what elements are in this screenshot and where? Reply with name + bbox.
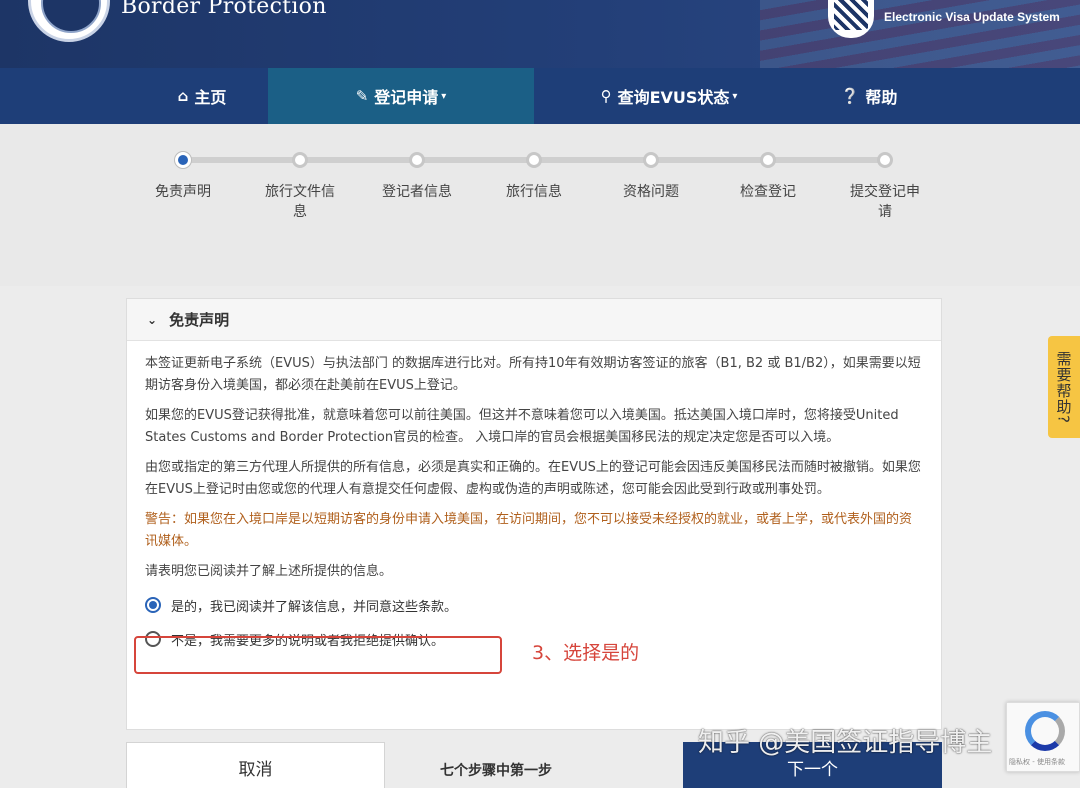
nav-help[interactable]: ❔ 帮助 [804,68,934,124]
step-dot-2 [292,152,308,168]
home-icon: ⌂ [177,87,189,105]
chevron-down-icon: ⌄ [147,312,158,327]
panel-title: 免责声明 [169,311,230,329]
panel-header[interactable]: ⌄ 免责声明 [127,299,941,341]
annotation-highlight-box [134,636,502,674]
step-label-1: 免责声明 [155,184,211,200]
nav-home[interactable]: ⌂ 主页 [136,68,268,124]
step-dot-7 [877,152,893,168]
step-dot-3 [409,152,425,168]
step-dot-1 [175,152,191,168]
acknowledge-prompt: 请表明您已阅读并了解上述所提供的信息。 [145,564,393,579]
step-label-4: 旅行信息 [506,184,562,200]
disclaimer-paragraph-1: 本签证更新电子系统（EVUS）与执法部门 的数据库进行比对。所有持10年有效期访… [145,356,921,393]
recaptcha-text: 隐私权 - 使用条款 [1009,758,1065,766]
watermark-text: 知乎 @美国签证指导博主 [698,728,993,758]
caret-down-icon: ▾ [441,90,447,102]
step-label-6: 检查登记 [740,184,796,200]
site-header: Border Protection Electronic Visa Update… [0,0,1080,68]
dhs-seal-icon [28,0,110,42]
question-icon: ❔ [840,87,860,105]
step-label-5: 资格问题 [623,184,679,200]
option-yes[interactable]: 是的，我已阅读并了解该信息，并同意这些条款。 [145,591,923,619]
recaptcha-badge[interactable]: 隐私权 - 使用条款 [1006,702,1080,772]
caret-down-icon: ▾ [732,90,738,102]
disclaimer-paragraph-2: 如果您的EVUS登记获得批准，就意味着您可以前往美国。但这并不意味着您可以入境美… [145,408,899,445]
step-dot-6 [760,152,776,168]
nav-register[interactable]: ✎ 登记申请 ▾ [268,68,534,124]
help-tab[interactable]: 需要帮助? [1048,336,1080,438]
option-yes-label: 是的，我已阅读并了解该信息，并同意这些条款。 [171,599,458,615]
step-dot-4 [526,152,542,168]
step-label-2: 旅行文件信息 [265,184,335,220]
radio-yes[interactable] [145,597,161,613]
annotation-text: 3、选择是的 [532,642,640,664]
search-icon: ⚲ [600,87,612,105]
cancel-button[interactable]: 取消 [126,742,385,788]
warning-paragraph: 警告：如果您在入境口岸是以短期访客的身份申请入境美国，在访问期间，您不可以接受未… [145,512,913,549]
nav-register-label: 登记申请 [374,88,439,107]
disclaimer-paragraph-3: 由您或指定的第三方代理人所提供的所有信息，必须是真实和正确的。在EVUS上的登记… [145,460,921,497]
step-label-7: 提交登记申请 [850,184,920,220]
progress-stepper: 免责声明 旅行文件信息 登记者信息 旅行信息 资格问题 检查登记 提交登记申请 [0,124,1080,286]
step-label-3: 登记者信息 [382,184,452,200]
pencil-icon: ✎ [355,87,369,105]
panel-body: 本签证更新电子系统（EVUS）与执法部门 的数据库进行比对。所有持10年有效期访… [127,341,941,653]
nav-help-label: 帮助 [865,88,898,107]
recaptcha-icon [1025,711,1065,751]
nav-status-label: 查询EVUS状态 [617,88,730,107]
step-dot-5 [643,152,659,168]
nav-status[interactable]: ⚲ 查询EVUS状态 ▾ [534,68,804,124]
evus-system-name: Electronic Visa Update System [884,10,1060,24]
agency-name: Border Protection [121,0,327,19]
nav-home-label: 主页 [194,88,227,107]
step-count: 七个步骤中第一步 [440,763,552,779]
main-nav: ⌂ 主页 ✎ 登记申请 ▾ ⚲ 查询EVUS状态 ▾ ❔ 帮助 [0,68,1080,124]
